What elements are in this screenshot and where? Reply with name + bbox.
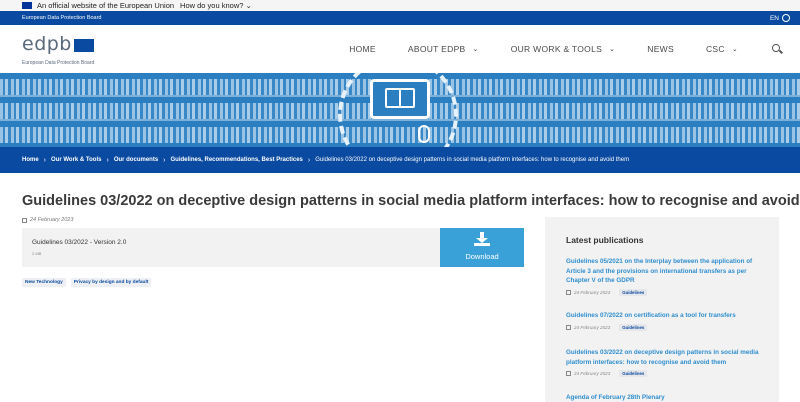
chevron-down-icon: ⌄ <box>609 46 616 53</box>
publication-meta: 24 February 2023 Guidelines <box>566 323 766 331</box>
category-badge[interactable]: Guidelines <box>619 323 648 331</box>
logo-text: edpb <box>22 33 72 55</box>
download-label: Download <box>465 252 499 261</box>
chevron-right-icon: › <box>163 156 166 164</box>
list-item: Agenda of February 28th Plenary <box>566 393 766 402</box>
hero-banner <box>0 73 800 147</box>
chevron-down-icon: ⌄ <box>472 46 479 53</box>
eu-banner-text: An official website of the European Unio… <box>37 1 175 10</box>
eu-official-banner: An official website of the European Unio… <box>0 0 800 11</box>
monitor-icon <box>370 79 430 119</box>
calendar-icon <box>566 289 571 295</box>
date-text: 24 February 2023 <box>30 217 74 223</box>
nav-about-label: ABOUT EDPB <box>407 44 466 54</box>
breadcrumb-home[interactable]: Home <box>22 157 39 163</box>
chevron-down-icon: ⌄ <box>245 1 252 10</box>
publication-link[interactable]: Guidelines 05/2021 on the Interplay betw… <box>566 257 766 286</box>
breadcrumb-guidelines[interactable]: Guidelines, Recommendations, Best Practi… <box>171 157 303 163</box>
calendar-icon <box>566 324 571 330</box>
publication-date: 24 February 2023 <box>574 371 611 376</box>
chevron-down-icon: ⌄ <box>731 46 738 53</box>
file-name: Guidelines 03/2022 - Version 2.0 <box>32 239 127 246</box>
nav-work-tools[interactable]: OUR WORK & TOOLS ⌄ <box>511 44 616 54</box>
language-selector[interactable]: EN <box>770 14 790 22</box>
nav-home[interactable]: HOME <box>349 44 376 54</box>
breadcrumb-work[interactable]: Our Work & Tools <box>51 157 101 163</box>
globe-icon <box>782 14 790 22</box>
how-do-you-know-link[interactable]: How do you know? ⌄ <box>180 1 252 10</box>
chevron-right-icon: › <box>307 156 311 164</box>
site-header: edpb European Data Protection Board HOME… <box>0 25 800 73</box>
nav-news-label: NEWS <box>647 44 674 54</box>
sidebar-title: Latest publications <box>566 235 644 245</box>
chevron-right-icon: › <box>106 156 109 164</box>
list-item: Guidelines 07/2022 on certification as a… <box>566 311 766 331</box>
breadcrumb-current: Guidelines 03/2022 on deceptive design p… <box>315 157 630 163</box>
list-item: Guidelines 05/2021 on the Interplay betw… <box>566 257 766 296</box>
nav-about[interactable]: ABOUT EDPB ⌄ <box>408 44 479 54</box>
search-icon[interactable] <box>772 44 783 54</box>
publication-link[interactable]: Guidelines 07/2022 on certification as a… <box>566 311 766 321</box>
calendar-icon <box>566 371 571 376</box>
mouse-icon <box>418 125 430 143</box>
tag-list: New Technology Privacy by design and by … <box>22 278 152 287</box>
breadcrumb-documents[interactable]: Our documents <box>114 157 158 163</box>
category-badge[interactable]: Guidelines <box>619 288 648 296</box>
list-item: Guidelines 03/2022 on deceptive design p… <box>566 348 766 377</box>
publication-meta: 24 February 2023 Guidelines <box>566 288 766 296</box>
download-box: Guidelines 03/2022 - Version 2.0 2 MB Do… <box>22 228 524 267</box>
publication-link[interactable]: Guidelines 03/2022 on deceptive design p… <box>566 348 766 367</box>
how-do-you-know-label: How do you know? <box>180 1 244 10</box>
book-icon <box>385 88 415 108</box>
nav-csc[interactable]: CSC ⌄ <box>706 44 738 54</box>
nav-work-label: OUR WORK & TOOLS <box>510 44 603 54</box>
download-button[interactable]: Download <box>440 228 524 267</box>
edpb-logo[interactable]: edpb European Data Protection Board <box>22 33 102 69</box>
page-title: Guidelines 03/2022 on deceptive design p… <box>22 193 800 209</box>
publication-meta: 24 February 2023 Guidelines <box>566 370 766 377</box>
nav-csc-label: CSC <box>705 44 725 54</box>
publication-date: 24 February 2023 <box>574 324 611 330</box>
chevron-right-icon: › <box>43 156 47 164</box>
eu-flag-icon <box>22 2 32 9</box>
tag-new-technology[interactable]: New Technology <box>22 278 66 287</box>
eu-flag-icon <box>74 39 94 52</box>
download-icon <box>474 232 490 246</box>
latest-publications-panel: Latest publications Guidelines 05/2021 o… <box>545 217 779 402</box>
category-badge[interactable]: Guidelines <box>619 370 648 377</box>
publication-date: 24 February 2023 <box>22 217 73 223</box>
tag-privacy-by-design[interactable]: Privacy by design and by default <box>70 278 152 287</box>
publication-link[interactable]: Agenda of February 28th Plenary <box>566 393 766 402</box>
nav-news[interactable]: NEWS <box>647 44 674 54</box>
breadcrumb: Home › Our Work & Tools › Our documents … <box>0 147 800 173</box>
calendar-icon <box>22 217 27 223</box>
top-bar: European Data Protection Board EN <box>0 11 800 25</box>
language-code: EN <box>769 14 779 22</box>
nav-home-label: HOME <box>349 44 376 54</box>
main-nav: HOME ABOUT EDPB ⌄ OUR WORK & TOOLS ⌄ NEWS … <box>317 25 783 73</box>
org-name: European Data Protection Board <box>22 15 102 21</box>
file-size: 2 MB <box>32 251 42 256</box>
logo-subtitle: European Data Protection Board <box>22 60 95 66</box>
publication-date: 24 February 2023 <box>574 289 611 295</box>
